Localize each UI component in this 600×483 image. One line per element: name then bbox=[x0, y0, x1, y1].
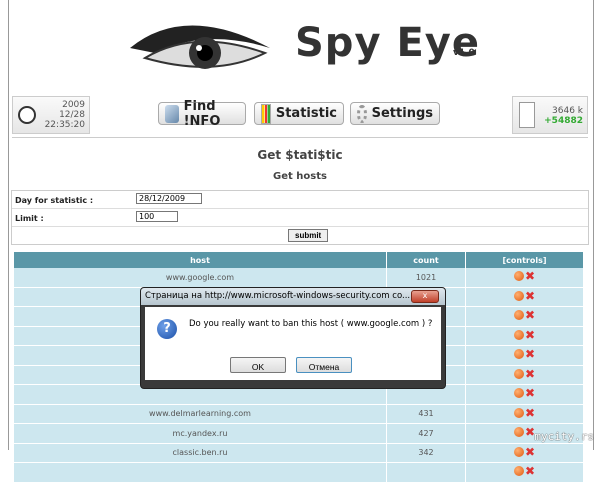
logo-title: Spy Eye bbox=[295, 20, 480, 66]
ban-icon[interactable] bbox=[513, 427, 524, 438]
clock-widget: 2009 12/28 22:35:20 bbox=[12, 96, 90, 134]
watermark: mycity.rs bbox=[534, 430, 594, 443]
submit-button[interactable]: submit bbox=[288, 229, 329, 242]
delete-icon[interactable]: ✖ bbox=[525, 368, 535, 380]
table-row: mc.yandex.ru 427 ✖ bbox=[14, 423, 584, 444]
host-cell bbox=[14, 462, 387, 483]
table-row: www.delmarlearning.com 431 ✖ bbox=[14, 404, 584, 424]
page-title: Get $tati$tic bbox=[257, 148, 343, 162]
table-row: classic.ben.ru 342 ✖ bbox=[14, 443, 584, 463]
count-cell bbox=[386, 462, 466, 483]
day-input[interactable] bbox=[136, 193, 202, 204]
ban-icon[interactable] bbox=[513, 329, 524, 340]
ban-icon[interactable] bbox=[513, 271, 524, 282]
delete-icon[interactable]: ✖ bbox=[525, 290, 535, 302]
stat-form: Day for statistic : Limit : submit bbox=[11, 190, 589, 245]
delete-icon[interactable]: ✖ bbox=[525, 348, 535, 360]
logo-version: v1.0 bbox=[453, 48, 475, 58]
ban-icon[interactable] bbox=[513, 349, 524, 360]
delete-icon[interactable]: ✖ bbox=[525, 465, 535, 477]
magnifier-icon bbox=[165, 104, 179, 123]
confirm-dialog: Страница на http://www.microsoft-windows… bbox=[140, 287, 446, 389]
question-icon: ? bbox=[157, 319, 177, 339]
host-cell: www.google.com bbox=[14, 268, 387, 288]
delete-icon[interactable]: ✖ bbox=[525, 387, 535, 399]
ban-icon[interactable] bbox=[513, 388, 524, 399]
ok-button[interactable]: OK bbox=[230, 357, 286, 373]
eye-logo-icon bbox=[130, 25, 270, 69]
ban-icon[interactable] bbox=[513, 466, 524, 477]
day-label: Day for statistic : bbox=[15, 196, 94, 205]
limit-input[interactable] bbox=[136, 211, 178, 222]
count-cell: 431 bbox=[386, 404, 466, 424]
delete-icon[interactable]: ✖ bbox=[525, 270, 535, 282]
delete-icon[interactable]: ✖ bbox=[525, 407, 535, 419]
stats-widget: 3646 k +54882 bbox=[512, 96, 588, 134]
dialog-message: Do you really want to ban this host ( ww… bbox=[189, 319, 433, 329]
settings-button[interactable]: Settings bbox=[350, 102, 440, 125]
ban-icon[interactable] bbox=[513, 407, 524, 418]
close-icon[interactable]: x bbox=[411, 290, 439, 303]
bar-chart-icon bbox=[261, 103, 271, 124]
count-cell: 427 bbox=[386, 423, 466, 444]
ban-icon[interactable] bbox=[513, 446, 524, 457]
col-host: host bbox=[14, 252, 387, 268]
ban-icon[interactable] bbox=[513, 368, 524, 379]
delete-icon[interactable]: ✖ bbox=[525, 309, 535, 321]
find-info-button[interactable]: Find !NFO bbox=[158, 99, 246, 129]
col-count: count bbox=[386, 252, 466, 268]
delete-icon[interactable]: ✖ bbox=[525, 329, 535, 341]
host-cell: mc.yandex.ru bbox=[14, 423, 387, 444]
find-info-label: Find !NFO bbox=[183, 98, 221, 129]
dialog-title: Страница на http://www.microsoft-windows… bbox=[145, 291, 411, 301]
logo: Spy Eye v1.0 bbox=[125, 8, 485, 78]
page-subtitle: Get hosts bbox=[273, 171, 327, 182]
clock-icon bbox=[18, 106, 36, 124]
ban-icon[interactable] bbox=[513, 290, 524, 301]
table-row: ✖ bbox=[14, 462, 584, 483]
gears-icon bbox=[357, 104, 367, 123]
settings-label: Settings bbox=[371, 106, 433, 121]
col-controls: [controls] bbox=[465, 252, 584, 268]
host-cell: classic.ben.ru bbox=[14, 443, 387, 463]
table-row: www.google.com 1021 ✖ bbox=[14, 268, 584, 288]
limit-label: Limit : bbox=[15, 214, 44, 223]
count-cell: 342 bbox=[386, 443, 466, 463]
host-cell: www.delmarlearning.com bbox=[14, 404, 387, 424]
count-cell: 1021 bbox=[386, 268, 466, 288]
document-icon bbox=[519, 102, 535, 128]
delete-icon[interactable]: ✖ bbox=[525, 446, 535, 458]
statistic-button[interactable]: Statistic bbox=[254, 102, 344, 125]
cancel-button[interactable]: Отмена bbox=[296, 357, 352, 373]
divider bbox=[12, 137, 588, 138]
ban-icon[interactable] bbox=[513, 310, 524, 321]
statistic-label: Statistic bbox=[275, 106, 337, 121]
